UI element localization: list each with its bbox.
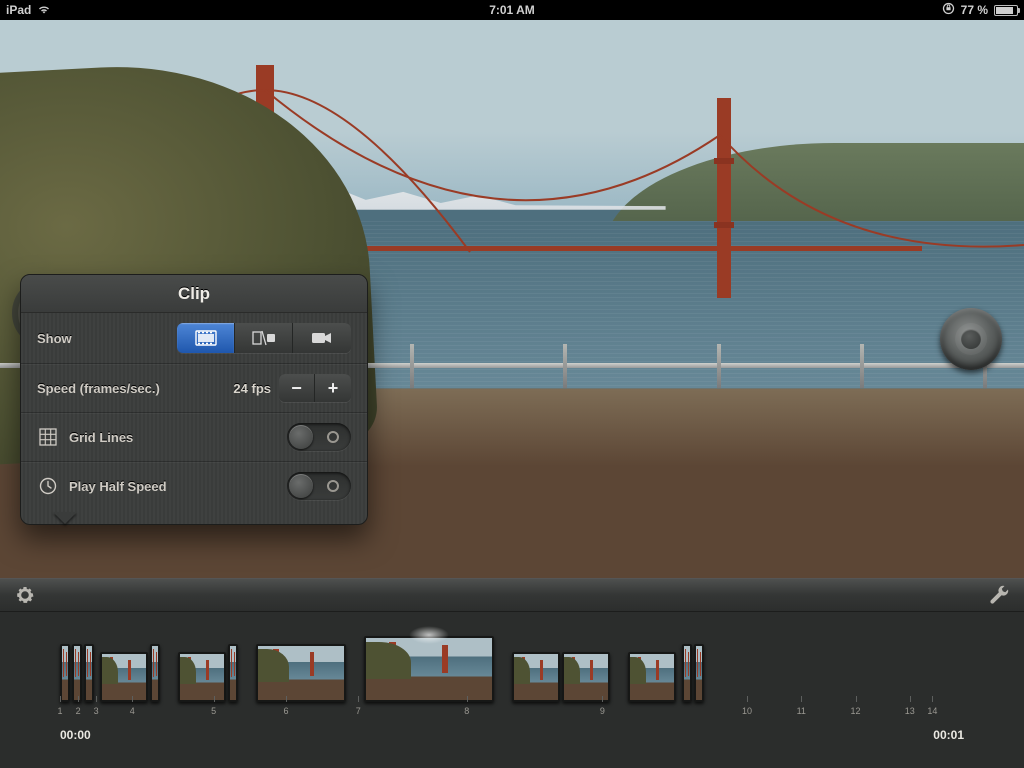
ruler-tick-label: 9 <box>600 706 605 716</box>
battery-percent: 77 % <box>961 3 988 17</box>
timeline-end-time: 00:01 <box>933 728 964 742</box>
frame-cluster[interactable] <box>60 644 94 702</box>
frame-cluster[interactable] <box>100 644 160 702</box>
grid-icon <box>37 428 59 446</box>
gear-icon <box>14 584 36 606</box>
show-filmstrip-button[interactable] <box>177 323 235 353</box>
split-frame-icon <box>252 330 276 346</box>
ruler-tick-label: 6 <box>283 706 288 716</box>
clock-icon <box>37 477 59 495</box>
frame-cluster[interactable] <box>628 652 676 702</box>
ruler-tick-label: 14 <box>927 706 937 716</box>
ruler-tick-label: 3 <box>94 706 99 716</box>
ruler-tick-label: 13 <box>905 706 915 716</box>
frame-thumb[interactable] <box>100 652 148 702</box>
timeline-panel: 1234567891011121314 00:00 00:01 <box>0 578 1024 768</box>
status-time: 7:01 AM <box>489 3 535 17</box>
speed-stepper: − + <box>279 374 351 402</box>
speed-row: Speed (frames/sec.) 24 fps − + <box>21 363 367 412</box>
show-split-button[interactable] <box>235 323 293 353</box>
wrench-icon <box>988 584 1010 606</box>
timeline-ruler: 1234567891011121314 <box>60 702 964 716</box>
ruler-tick-label: 10 <box>742 706 752 716</box>
half-speed-row: Play Half Speed <box>21 461 367 510</box>
frame-thumb[interactable] <box>72 644 82 702</box>
frame-cluster[interactable] <box>682 644 704 702</box>
speed-value: 24 fps <box>233 381 271 396</box>
tools-button[interactable] <box>988 584 1010 606</box>
ruler-tick-label: 12 <box>851 706 861 716</box>
frame-thumb[interactable] <box>628 652 676 702</box>
frame-thumb[interactable] <box>60 644 70 702</box>
ruler-tick-label: 5 <box>211 706 216 716</box>
half-speed-toggle[interactable] <box>287 472 351 500</box>
grid-lines-row: Grid Lines <box>21 412 367 461</box>
record-button[interactable] <box>940 308 1002 370</box>
ruler-tick-label: 11 <box>797 706 806 716</box>
grid-lines-toggle[interactable] <box>287 423 351 451</box>
status-bar: iPad 7:01 AM 77 % <box>0 0 1024 20</box>
ruler-tick-label: 2 <box>76 706 81 716</box>
speed-increase-button[interactable]: + <box>315 374 351 402</box>
frame-thumb[interactable] <box>256 644 346 702</box>
frame-thumb[interactable] <box>562 652 610 702</box>
show-camera-button[interactable] <box>293 323 351 353</box>
frame-cluster[interactable] <box>178 644 238 702</box>
frame-thumb[interactable] <box>682 644 692 702</box>
show-segmented-control <box>177 323 351 353</box>
frame-thumb[interactable] <box>150 644 160 702</box>
timeline-time-labels: 00:00 00:01 <box>60 728 964 742</box>
frame-thumb[interactable] <box>178 652 226 702</box>
wifi-icon <box>37 3 51 17</box>
frame-thumb[interactable] <box>512 652 560 702</box>
ruler-tick-label: 7 <box>356 706 361 716</box>
timeline-start-time: 00:00 <box>60 728 91 742</box>
speed-label: Speed (frames/sec.) <box>37 381 160 396</box>
camera-icon <box>311 331 333 345</box>
speed-decrease-button[interactable]: − <box>279 374 315 402</box>
record-icon <box>961 329 981 349</box>
ruler-tick-label: 8 <box>464 706 469 716</box>
settings-button[interactable] <box>14 584 36 606</box>
filmstrip-icon <box>195 330 217 346</box>
show-label: Show <box>37 331 72 346</box>
frame-thumb-current[interactable] <box>364 636 494 702</box>
frame-thumb[interactable] <box>84 644 94 702</box>
filmstrip[interactable] <box>60 618 1014 702</box>
battery-icon <box>994 5 1018 16</box>
frame-thumb[interactable] <box>694 644 704 702</box>
orientation-lock-icon <box>942 2 955 18</box>
frame-cluster[interactable] <box>364 636 494 702</box>
frame-cluster[interactable] <box>512 652 610 702</box>
clip-settings-popover: Clip Show Speed (frames/sec.) 24 fps − + <box>20 274 368 525</box>
device-label: iPad <box>6 3 31 17</box>
ruler-tick-label: 4 <box>130 706 135 716</box>
popover-title: Clip <box>21 275 367 313</box>
frame-thumb[interactable] <box>228 644 238 702</box>
grid-lines-label: Grid Lines <box>69 430 133 445</box>
timeline-toolbar <box>0 578 1024 612</box>
show-row: Show <box>21 313 367 363</box>
half-speed-label: Play Half Speed <box>69 479 167 494</box>
frame-cluster[interactable] <box>256 644 346 702</box>
